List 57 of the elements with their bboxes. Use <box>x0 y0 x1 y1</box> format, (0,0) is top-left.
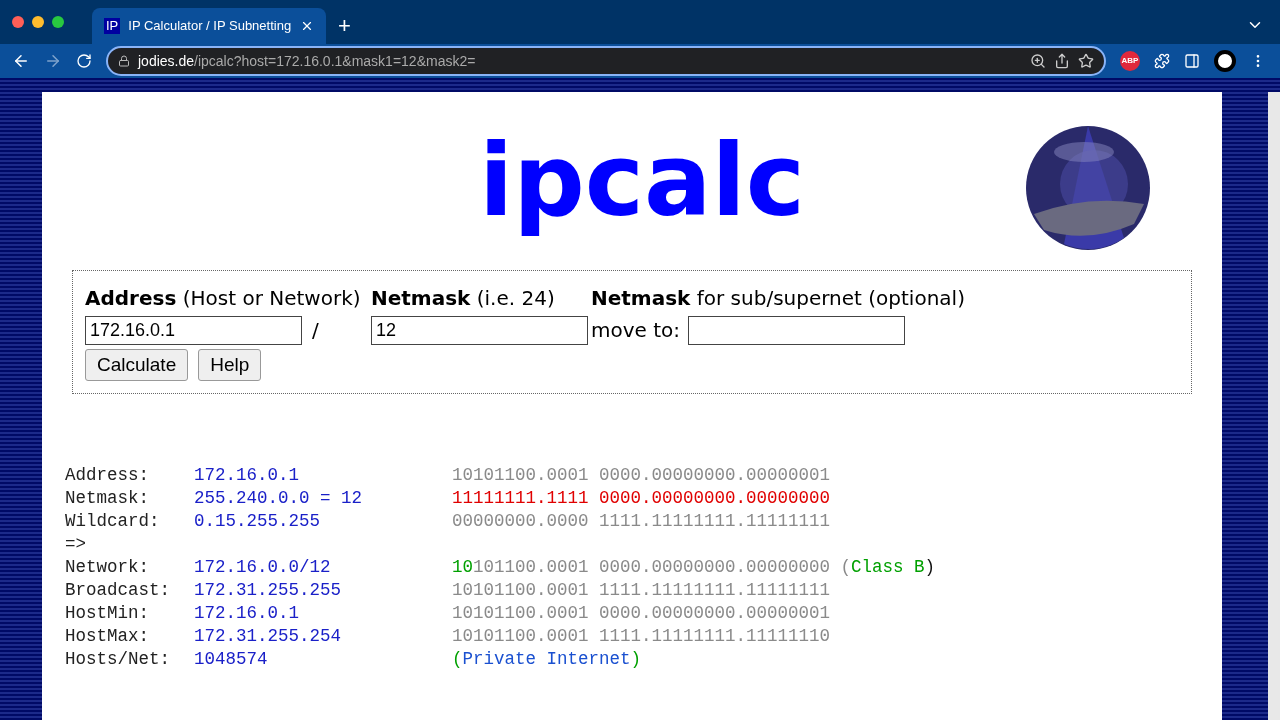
result-value: 172.16.0.0/12 <box>194 556 332 579</box>
new-tab-button[interactable]: + <box>326 8 363 44</box>
calculate-button[interactable]: Calculate <box>85 349 189 381</box>
field-label: Netmask for sub/supernet (optional) <box>591 285 966 312</box>
favicon: IP <box>104 18 121 34</box>
reload-icon[interactable] <box>76 53 92 69</box>
field-label: Netmask (i.e. 24) <box>371 285 556 312</box>
address-bar[interactable]: jodies.de/ipcalc?host=172.16.0.1&mask1=12&mask2= <box>106 46 1106 76</box>
page-heading: ipcalc <box>477 120 806 241</box>
result-label: Wildcard: <box>65 510 161 533</box>
binary-value: 00000000.0000 1111.11111111.11111111 <box>452 510 831 533</box>
close-window-icon[interactable] <box>12 16 24 28</box>
url-text: jodies.de/ipcalc?host=172.16.0.1&mask1=12&mask2= <box>138 51 477 71</box>
result-label: Network: <box>65 556 150 579</box>
side-panel-icon[interactable] <box>1184 53 1200 69</box>
forward-icon[interactable] <box>44 52 62 70</box>
subnet-netmask-field[interactable] <box>688 315 906 345</box>
result-value: 172.31.255.254 <box>194 625 343 648</box>
result-label: Broadcast: <box>65 579 172 602</box>
result-label: HostMax: <box>65 625 150 648</box>
maximize-window-icon[interactable] <box>52 16 64 28</box>
share-icon[interactable] <box>1054 53 1070 69</box>
address-field[interactable]: 172.16.0.1 <box>85 315 302 345</box>
slash-separator: / <box>312 317 319 344</box>
close-icon[interactable] <box>300 19 314 33</box>
binary-value: 10101100.0001 1111.11111111.11111111 <box>452 579 831 602</box>
result-value: 172.16.0.1 <box>194 602 301 625</box>
zoom-icon[interactable] <box>1030 53 1046 69</box>
field-label: Address (Host or Network) <box>85 285 362 312</box>
result-label: HostMin: <box>65 602 150 625</box>
help-button[interactable]: Help <box>198 349 262 381</box>
back-icon[interactable] <box>12 52 30 70</box>
result-label: Netmask: <box>65 487 150 510</box>
result-value: 172.16.0.1 <box>194 464 301 487</box>
result-value: 1048574 <box>194 648 269 671</box>
binary-value: 10101100.0001 1111.11111111.11111110 <box>452 625 831 648</box>
result-value: 172.31.255.255 <box>194 579 343 602</box>
result-value: 255.240.0.0 = 12 <box>194 487 364 510</box>
binary-value: 10101100.0001 0000.00000000.00000001 <box>452 602 831 625</box>
netmask-field[interactable]: 12 <box>371 315 588 345</box>
binary-value: 11111111.1111 0000.00000000.00000000 <box>452 487 831 510</box>
result-value: 0.15.255.255 <box>194 510 322 533</box>
binary-value: 10101100.0001 0000.00000000.00000000 (Class B) <box>452 556 936 579</box>
bookmark-star-icon[interactable] <box>1078 53 1094 69</box>
avatar-icon[interactable] <box>1214 50 1236 72</box>
result-label: Address: <box>65 464 150 487</box>
result-label: Hosts/Net: <box>65 648 172 671</box>
lock-icon <box>118 55 130 67</box>
puzzle-icon[interactable] <box>1154 53 1170 69</box>
extension-badge[interactable]: ABP <box>1120 51 1140 71</box>
move-to-label: move to: <box>591 317 681 344</box>
binary-value: 10101100.0001 0000.00000000.00000001 <box>452 464 831 487</box>
binary-value: (Private Internet) <box>452 648 642 671</box>
browser-tab[interactable]: IP IP Calculator / IP Subnetting <box>92 8 326 44</box>
minimize-window-icon[interactable] <box>32 16 44 28</box>
result-label: => <box>65 533 87 556</box>
tab-title: IP Calculator / IP Subnetting <box>128 17 292 36</box>
